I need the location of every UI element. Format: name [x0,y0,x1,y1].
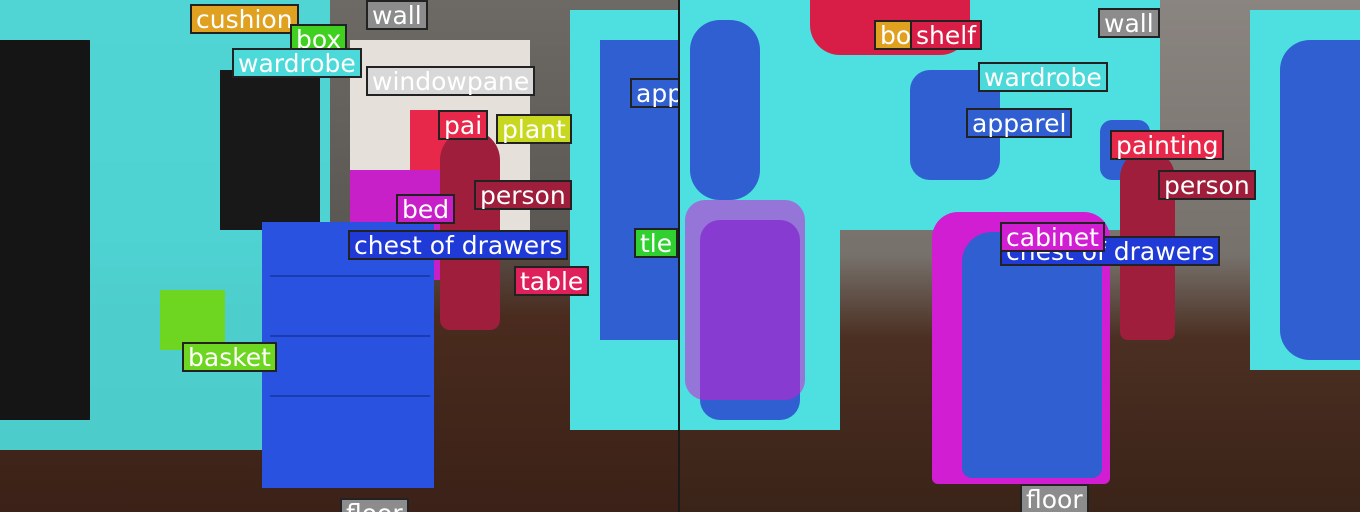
original-image-panel: cushion box wall wardrobe windowpane app… [0,0,680,512]
label-cabinet: cabinet [1000,222,1105,252]
label-person: person [1158,170,1256,200]
label-shelf: shelf [910,20,982,50]
drawer-line-3 [270,395,430,397]
chest-of-drawers-region [962,232,1102,478]
label-wardrobe: wardrobe [978,62,1108,92]
label-wall: wall [366,0,428,30]
label-painting: painting [1110,130,1225,160]
label-plant: plant [496,114,572,144]
label-apparel: apparel [966,108,1073,138]
label-chest-of-drawers: chest of drawers [348,230,569,260]
apparel-region-left-2 [220,70,320,230]
label-cushion: cushion [190,4,299,34]
label-bottle: tle [634,228,679,258]
label-apparel: app [630,78,680,108]
segmentation-panel: bo shelf wall wardrobe apparel painting … [680,0,1360,512]
label-floor: floor [340,498,409,512]
chest-of-drawers-region [262,222,434,488]
label-wall: wall [1098,8,1160,38]
label-painting: pai [438,110,489,140]
label-person: person [474,180,572,210]
label-floor: floor [1020,484,1089,512]
apparel-region-left [690,20,760,200]
label-windowpane: windowpane [366,66,536,96]
label-bed: bed [396,194,456,224]
apparel-region-right [1280,40,1360,360]
label-basket: basket [182,342,277,372]
label-wardrobe: wardrobe [232,48,362,78]
drawer-line-2 [270,335,430,337]
apparel-region-left [0,40,90,420]
drawer-line-1 [270,275,430,277]
basket-region [160,290,225,350]
cabinet-region-left [685,200,805,400]
label-table: table [514,266,590,296]
